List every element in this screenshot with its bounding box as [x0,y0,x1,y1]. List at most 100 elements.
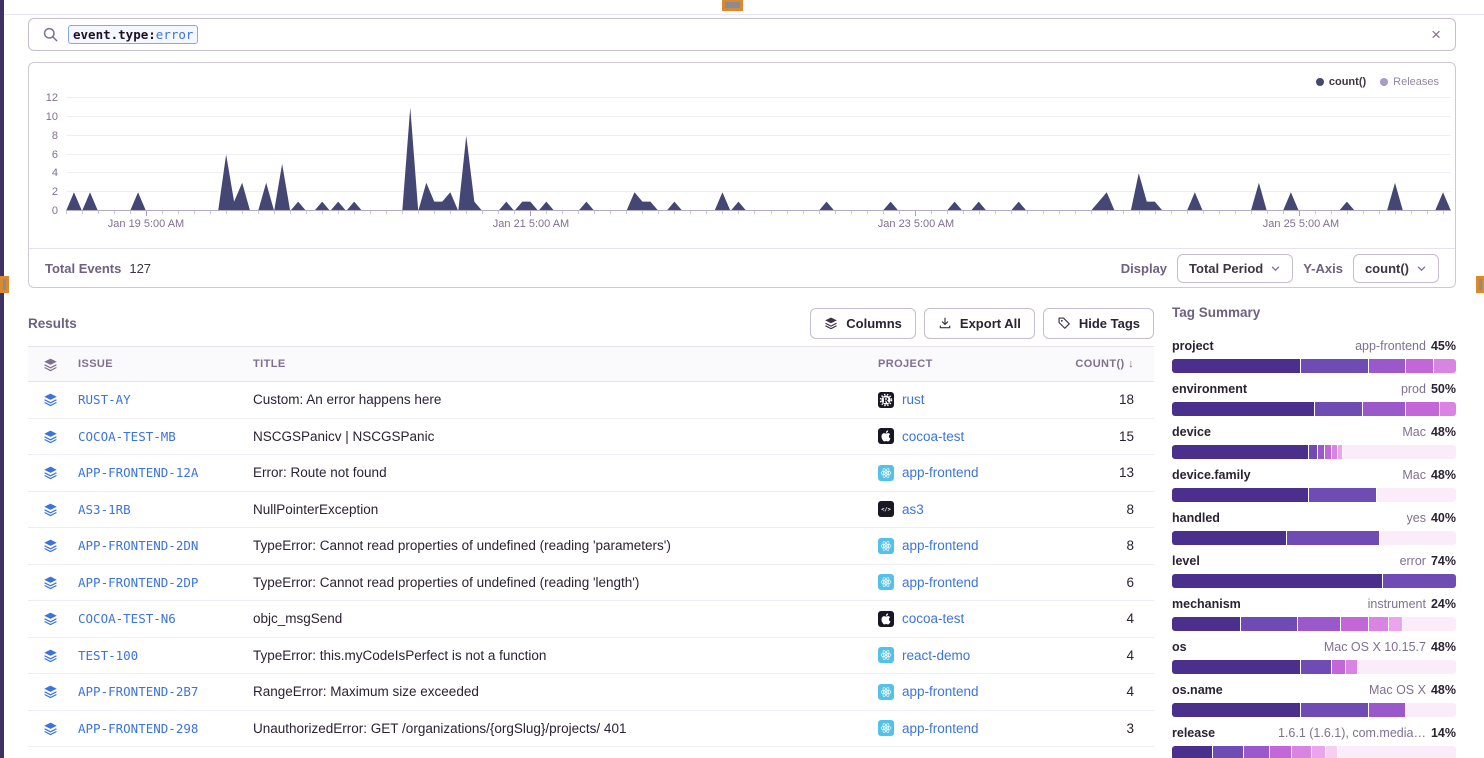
tag-bar-segment[interactable] [1172,359,1300,373]
axis-tick [1155,211,1156,214]
project-link[interactable]: as3 [902,502,924,517]
tag-bar-segment[interactable] [1311,746,1325,758]
button-export-all[interactable]: Export All [924,308,1035,339]
project-link[interactable]: app-frontend [902,465,979,480]
tag-bar-segment[interactable] [1212,746,1243,758]
tag-bar-segment[interactable] [1382,574,1456,588]
project-link[interactable]: app-frontend [902,684,979,699]
tag-bar-segment[interactable] [1317,445,1324,459]
project-link[interactable]: cocoa-test [902,429,964,444]
project-link[interactable]: app-frontend [902,575,979,590]
tag-bar-segment[interactable] [1308,488,1376,502]
tag-bar-segment[interactable] [1308,445,1317,459]
axis-tick [226,211,227,214]
tag-bar-segment[interactable] [1368,703,1405,717]
issue-link[interactable]: RUST-AY [72,392,253,407]
tag-bar-segment[interactable] [1240,617,1297,631]
tag-bar-segment[interactable] [1357,660,1456,674]
project-link[interactable]: cocoa-test [902,611,964,626]
discover-page: event.type:error × count()Releases 02468… [0,0,1484,758]
tag-bar-segment[interactable] [1345,660,1356,674]
tag-bar-segment[interactable] [1368,359,1405,373]
legend-label: count() [1329,76,1366,88]
table-row: COCOA-TEST-MBNSCGSPanicv | NSCGSPaniccoc… [28,419,1154,456]
tag-bar-segment[interactable] [1300,660,1331,674]
tag-bar-segment[interactable] [1388,617,1402,631]
tag-bar-segment[interactable] [1286,531,1380,545]
chart-plot-area[interactable] [66,98,1451,211]
tag-bar-segment[interactable] [1439,402,1456,416]
project-link[interactable]: app-frontend [902,721,979,736]
issue-link[interactable]: APP-FRONTEND-2DN [72,538,253,553]
tag-bar-segment[interactable] [1433,359,1456,373]
tag-bar-segment[interactable] [1379,531,1456,545]
tag-bar-segment[interactable] [1172,703,1300,717]
tag-bar-segment[interactable] [1376,488,1456,502]
tag-distribution-bar[interactable] [1172,617,1456,631]
tag-bar-segment[interactable] [1340,617,1368,631]
issue-link[interactable]: APP-FRONTEND-2B7 [72,684,253,699]
tag-distribution-bar[interactable] [1172,574,1456,588]
legend-item-count[interactable]: count() [1316,76,1366,88]
tag-bar-segment[interactable] [1172,660,1300,674]
tag-bar-segment[interactable] [1402,617,1456,631]
tag-bar-segment[interactable] [1172,531,1286,545]
tag-distribution-bar[interactable] [1172,402,1456,416]
tag-bar-segment[interactable] [1325,746,1336,758]
tag-bar-segment[interactable] [1405,402,1439,416]
tag-bar-segment[interactable] [1172,402,1314,416]
tag-bar-segment[interactable] [1405,359,1433,373]
tag-bar-segment[interactable] [1243,746,1269,758]
tag-distribution-bar[interactable] [1172,660,1456,674]
issue-link[interactable]: TEST-100 [72,648,253,663]
issue-link[interactable]: APP-FRONTEND-298 [72,721,253,736]
tag-distribution-bar[interactable] [1172,703,1456,717]
tag-bar-segment[interactable] [1269,746,1292,758]
display-select[interactable]: Total Period [1177,254,1293,283]
tag-bar-segment[interactable] [1368,617,1388,631]
tag-bar-segment[interactable] [1172,574,1382,588]
tag-bar-segment[interactable] [1331,660,1345,674]
search-bar[interactable]: event.type:error × [28,18,1456,51]
issue-link[interactable]: COCOA-TEST-N6 [72,611,253,626]
tag-bar-segment[interactable] [1324,445,1331,459]
tag-bar-segment[interactable] [1314,402,1362,416]
issue-link[interactable]: AS3-1RB [72,502,253,517]
tag-bar-segment[interactable] [1337,746,1456,758]
clear-search-icon[interactable]: × [1431,26,1441,43]
issue-link[interactable]: APP-FRONTEND-12A [72,465,253,480]
tag-bar-segment[interactable] [1172,617,1240,631]
issue-link[interactable]: APP-FRONTEND-2DP [72,575,253,590]
table-row: TEST-100TypeError: this.myCodeIsPerfect … [28,638,1154,675]
tag-distribution-bar[interactable] [1172,359,1456,373]
search-query-token[interactable]: event.type:error [68,25,198,44]
col-header-project[interactable]: PROJECT [878,358,1074,370]
tag-bar-segment[interactable] [1300,359,1368,373]
axis-tick [1443,211,1444,214]
button-hide-tags[interactable]: Hide Tags [1043,308,1154,339]
tag-bar-segment[interactable] [1172,445,1308,459]
project-link[interactable]: react-demo [902,648,970,663]
col-header-title[interactable]: TITLE [253,358,878,370]
col-header-issue[interactable]: ISSUE [72,358,253,370]
issue-link[interactable]: COCOA-TEST-MB [72,429,253,444]
tag-distribution-bar[interactable] [1172,488,1456,502]
tag-bar-segment[interactable] [1300,703,1368,717]
legend-item-releases[interactable]: Releases [1380,76,1439,88]
button-columns[interactable]: Columns [810,308,916,339]
tag-bar-segment[interactable] [1172,488,1308,502]
tag-distribution-bar[interactable] [1172,531,1456,545]
tag-bar-segment[interactable] [1172,746,1212,758]
tag-bar-segment[interactable] [1297,617,1340,631]
tag-bar-segment[interactable] [1342,445,1456,459]
project-link[interactable]: app-frontend [902,538,979,553]
tag-distribution-bar[interactable] [1172,746,1456,758]
axis-tick [963,211,964,214]
project-link[interactable]: rust [902,392,925,407]
tag-distribution-bar[interactable] [1172,445,1456,459]
tag-bar-segment[interactable] [1291,746,1311,758]
tag-bar-segment[interactable] [1405,703,1456,717]
tag-bar-segment[interactable] [1362,402,1405,416]
col-header-count[interactable]: COUNT() ↓ [1074,358,1154,370]
yaxis-select[interactable]: count() [1353,254,1439,283]
